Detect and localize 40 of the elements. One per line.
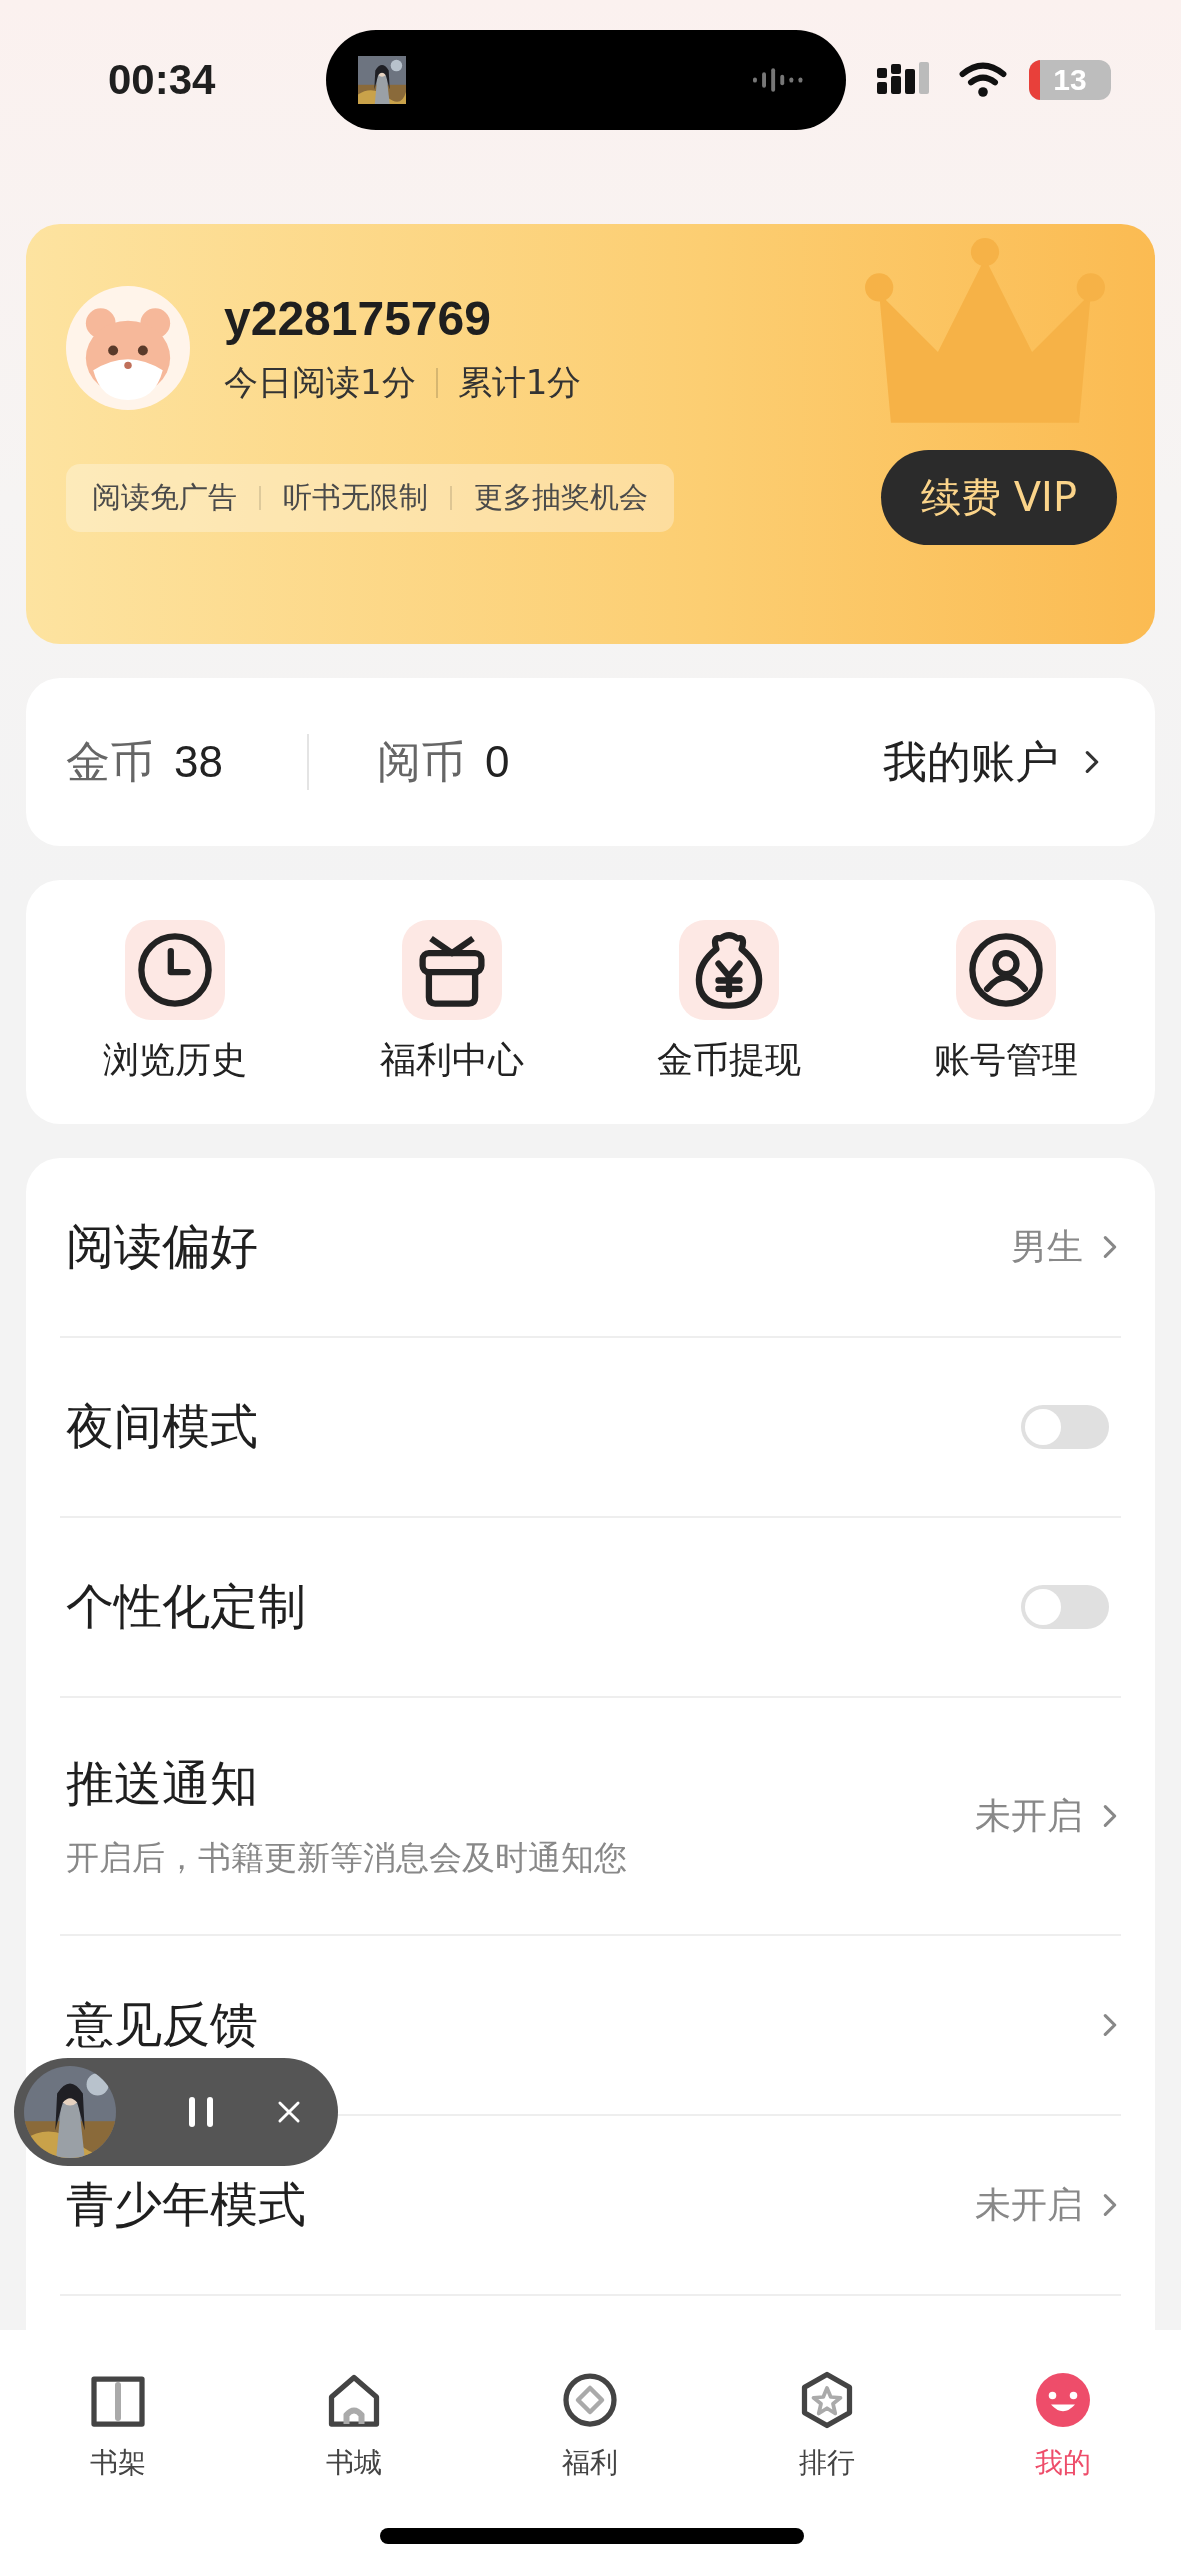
pause-icon[interactable]: [186, 2094, 216, 2130]
shortcut-item[interactable]: 账号管理: [867, 919, 1145, 1085]
tab-item[interactable]: 书城: [236, 2370, 473, 2482]
clock-time: 00:34: [108, 56, 217, 104]
setting-value: 男生: [1011, 1224, 1083, 1269]
shortcut-item[interactable]: 浏览历史: [36, 919, 314, 1085]
username: y228175769: [224, 290, 492, 346]
wifi-icon: [959, 62, 1007, 98]
tab-item[interactable]: 我的: [944, 2370, 1181, 2482]
currency-label: 阅币: [376, 734, 465, 789]
setting-value: 未开启: [975, 2182, 1083, 2227]
currency-value: 0: [484, 736, 510, 787]
setting-label: 推送通知: [66, 1753, 259, 1813]
toggle-switch[interactable]: [1021, 1405, 1109, 1449]
tab-item[interactable]: 排行: [708, 2370, 945, 2482]
my-account-link[interactable]: 我的账户: [883, 732, 1103, 792]
currency-label: 金币: [66, 734, 154, 789]
crown-icon: [865, 238, 1105, 425]
battery-fill: [1029, 60, 1040, 100]
setting-label: 阅读偏好: [66, 1217, 258, 1276]
perk-label: 阅读免广告: [92, 478, 237, 516]
currency-value: 38: [174, 736, 223, 787]
setting-description: 开启后，书籍更新等消息会及时通知您: [66, 1836, 627, 1879]
reading-stat: 今日阅读1分: [224, 360, 416, 404]
toggle-switch[interactable]: [1021, 1585, 1109, 1629]
reading-stat: 累计1分: [457, 360, 582, 404]
close-icon[interactable]: [276, 2099, 302, 2125]
tab-item[interactable]: 书架: [0, 2370, 237, 2482]
setting-label: 意见反馈: [66, 1995, 258, 2054]
setting-value: 未开启: [975, 1793, 1083, 1838]
perk-label: 听书无限制: [283, 478, 428, 516]
renew-vip-button[interactable]: 续费 VIP: [881, 450, 1117, 545]
shortcut-item[interactable]: 金币提现: [590, 919, 868, 1085]
setting-label: 青少年模式: [66, 2175, 306, 2234]
battery-percent: 13: [1053, 63, 1087, 97]
shortcut-item[interactable]: 福利中心: [313, 919, 591, 1085]
setting-label: 夜间模式: [66, 1397, 258, 1456]
setting-label: 个性化定制: [66, 1577, 306, 1636]
tab-item[interactable]: 福利: [472, 2370, 709, 2482]
perk-label: 更多抽奖机会: [474, 478, 648, 516]
